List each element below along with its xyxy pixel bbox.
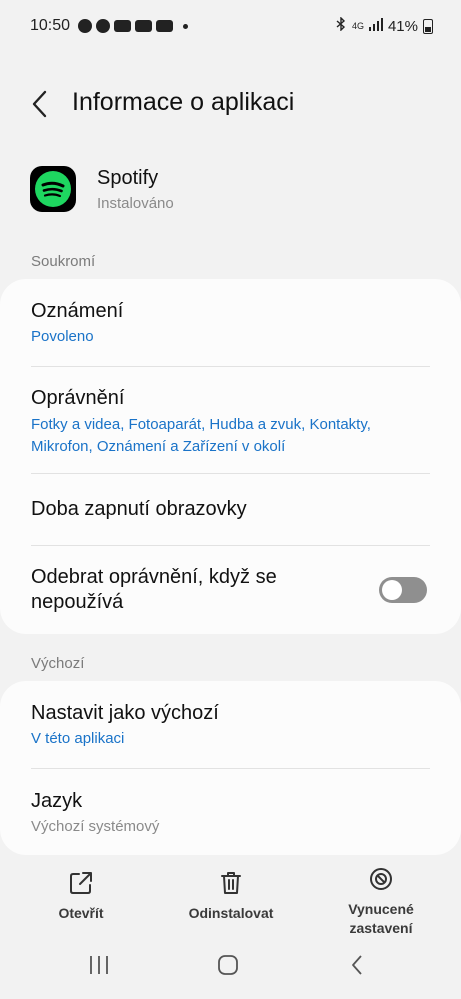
set-as-default-title: Nastavit jako výchozí bbox=[31, 702, 219, 724]
screen-time-title: Doba zapnutí obrazovky bbox=[31, 498, 247, 520]
spotify-app-icon bbox=[30, 166, 76, 212]
language-title: Jazyk bbox=[31, 790, 83, 812]
back-button[interactable] bbox=[28, 88, 56, 120]
permissions-item[interactable]: Oprávnění Fotky a videa, Fotoaparát, Hud… bbox=[31, 386, 430, 458]
set-as-default-item[interactable]: Nastavit jako výchozí V této aplikaci bbox=[31, 701, 430, 750]
force-stop-icon bbox=[370, 868, 392, 890]
open-external-icon bbox=[70, 872, 92, 894]
battery-percent: 41% bbox=[387, 17, 418, 35]
network-type: 4G bbox=[351, 20, 364, 31]
app-name: Spotify bbox=[97, 167, 159, 189]
more-notifications-icon bbox=[183, 23, 188, 29]
permissions-list-line2: Mikrofon, Oznámení a Zařízení v okolí bbox=[31, 438, 286, 455]
home-button[interactable] bbox=[215, 952, 241, 983]
home-icon bbox=[218, 955, 238, 975]
bluetooth-icon bbox=[335, 16, 347, 35]
back-arrow-icon bbox=[32, 90, 47, 118]
battery-icon bbox=[423, 18, 433, 34]
nav-back-button[interactable] bbox=[344, 952, 370, 983]
facebook-icon bbox=[96, 19, 110, 33]
trash-icon bbox=[221, 872, 241, 894]
force-stop-label-line1: Vynucené bbox=[348, 901, 414, 917]
section-label-privacy: Soukromí bbox=[31, 253, 96, 270]
uninstall-label: Odinstalovat bbox=[188, 905, 274, 921]
facebook-icon bbox=[78, 19, 92, 33]
language-item[interactable]: Jazyk Výchozí systémový bbox=[31, 789, 430, 838]
screen-time-item[interactable]: Doba zapnutí obrazovky bbox=[31, 497, 430, 522]
privacy-card: Oznámení Povoleno Oprávnění Fotky a vide… bbox=[0, 279, 461, 634]
youtube-icon bbox=[135, 20, 152, 32]
remove-permissions-title-line1: Odebrat oprávnění, když se bbox=[31, 566, 277, 588]
open-button[interactable]: Otevřít bbox=[42, 870, 120, 923]
open-label: Otevřít bbox=[58, 905, 104, 921]
defaults-card: Nastavit jako výchozí V této aplikaci Ja… bbox=[0, 681, 461, 855]
recent-apps-button[interactable] bbox=[86, 952, 112, 983]
youtube-icon bbox=[114, 20, 131, 32]
app-install-status: Instalováno bbox=[97, 195, 174, 212]
section-label-defaults: Výchozí bbox=[31, 655, 85, 672]
set-as-default-status: V této aplikaci bbox=[31, 730, 125, 747]
language-value: Výchozí systémový bbox=[31, 818, 160, 835]
remove-permissions-title-line2: nepoužívá bbox=[31, 591, 124, 613]
notifications-item[interactable]: Oznámení Povoleno bbox=[31, 299, 430, 348]
recent-apps-icon bbox=[90, 956, 108, 974]
signal-icon bbox=[368, 17, 383, 35]
system-icons: 4G 41% bbox=[335, 16, 433, 35]
remove-permissions-toggle[interactable] bbox=[379, 577, 427, 603]
force-stop-button[interactable]: Vynucené zastavení bbox=[334, 866, 428, 938]
status-bar: 10:50 4G 41% bbox=[0, 0, 461, 54]
uninstall-button[interactable]: Odinstalovat bbox=[180, 870, 282, 923]
divider bbox=[31, 545, 430, 546]
notifications-title: Oznámení bbox=[31, 300, 124, 322]
page-title: Informace o aplikaci bbox=[72, 88, 295, 116]
remove-permissions-item[interactable]: Odebrat oprávnění, když se nepoužívá bbox=[31, 565, 361, 615]
youtube-icon bbox=[156, 20, 173, 32]
notification-icons bbox=[78, 19, 188, 33]
notifications-status: Povoleno bbox=[31, 328, 94, 345]
divider bbox=[31, 473, 430, 474]
divider bbox=[31, 366, 430, 367]
permissions-list-line1: Fotky a videa, Fotoaparát, Hudba a zvuk,… bbox=[31, 416, 371, 433]
status-time: 10:50 bbox=[30, 17, 71, 34]
force-stop-label-line2: zastavení bbox=[349, 920, 413, 936]
permissions-title: Oprávnění bbox=[31, 387, 125, 409]
nav-back-icon bbox=[352, 955, 362, 975]
divider bbox=[31, 768, 430, 769]
toggle-knob bbox=[382, 580, 402, 600]
